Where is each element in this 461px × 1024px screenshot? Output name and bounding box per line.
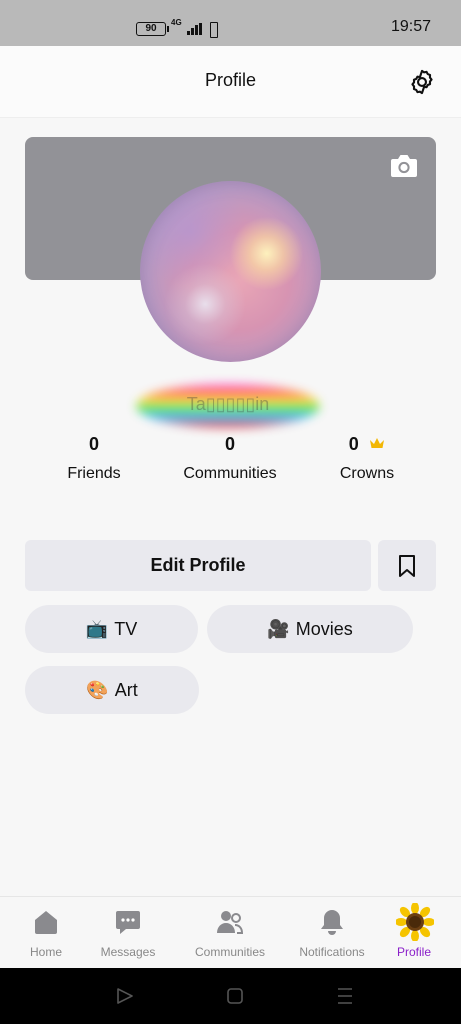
bookmarks-button[interactable] <box>378 540 436 591</box>
interest-label: Movies <box>295 618 353 639</box>
bookmark-icon <box>399 555 415 577</box>
friends-count: 0 <box>88 434 99 454</box>
nav-notifications-label: Notifications <box>299 945 365 959</box>
home-square-icon[interactable] <box>227 988 243 1004</box>
settings-button[interactable] <box>408 68 436 96</box>
stat-friends[interactable]: 0 Friends <box>44 434 144 483</box>
crown-icon <box>370 438 385 448</box>
movie-camera-icon: 🎥 <box>267 618 290 639</box>
bell-icon <box>321 910 343 935</box>
stat-communities[interactable]: 0 Communities <box>170 434 290 483</box>
back-icon[interactable] <box>116 987 134 1005</box>
interest-chip-tv[interactable]: 📺 TV <box>25 605 198 653</box>
communities-label: Communities <box>183 465 277 482</box>
stat-crowns[interactable]: 0 Crowns <box>322 434 412 483</box>
interest-chip-movies[interactable]: 🎥 Movies <box>207 605 413 653</box>
status-bar: 90 4G 19:57 <box>0 0 461 46</box>
camera-icon <box>391 155 417 177</box>
interest-chip-art[interactable]: 🎨 Art <box>25 666 199 714</box>
nav-home-label: Home <box>29 945 62 959</box>
header: Profile <box>0 46 461 118</box>
nav-communities[interactable]: Communities <box>184 897 276 969</box>
communities-count: 0 <box>224 434 235 454</box>
gear-icon <box>411 69 433 95</box>
nav-communities-label: Communities <box>194 945 266 959</box>
avatar[interactable] <box>140 181 321 362</box>
people-icon <box>217 911 244 934</box>
palette-icon: 🎨 <box>86 679 109 700</box>
nav-profile-label: Profile <box>396 945 431 959</box>
nav-notifications[interactable]: Notifications <box>286 897 378 969</box>
system-nav-bar <box>0 968 461 1024</box>
nav-messages[interactable]: Messages <box>82 897 174 969</box>
chat-icon <box>116 911 140 934</box>
battery-level: 90 <box>145 23 157 34</box>
friends-label: Friends <box>67 465 121 482</box>
battery-icon: 90 <box>136 22 169 36</box>
interest-label: TV <box>114 618 138 639</box>
crowns-label: Crowns <box>339 465 395 482</box>
nav-home[interactable]: Home <box>0 897 92 969</box>
signal-icon <box>186 23 202 35</box>
network-type: 4G <box>171 18 182 27</box>
vibrate-icon <box>207 22 219 38</box>
recents-icon[interactable] <box>337 987 353 1005</box>
home-icon <box>35 911 57 934</box>
sunflower-avatar-icon <box>396 903 434 941</box>
nav-profile[interactable]: Profile <box>368 897 460 969</box>
crowns-count: 0 <box>348 434 359 454</box>
profile-name: Ta▯▯▯▯▯in <box>186 394 270 414</box>
page-title: Profile <box>204 70 257 90</box>
status-time: 19:57 <box>390 18 431 35</box>
interest-label: Art <box>114 679 138 700</box>
tv-icon: 📺 <box>85 618 109 639</box>
nav-messages-label: Messages <box>100 945 156 959</box>
edit-profile-button[interactable]: Edit Profile <box>25 540 371 591</box>
status-icons: 90 4G <box>136 18 219 40</box>
change-cover-button[interactable] <box>389 153 419 179</box>
bottom-nav: Home Messages Communities Notifications <box>0 896 461 968</box>
